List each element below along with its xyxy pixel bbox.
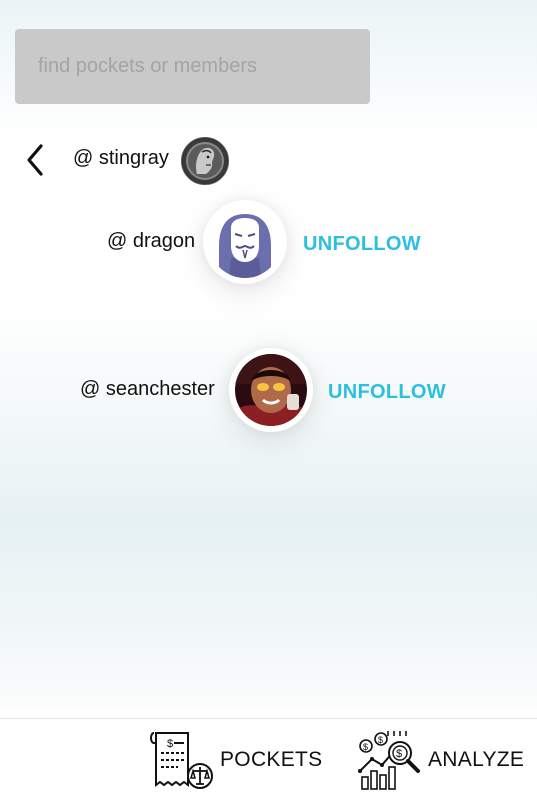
- photo-avatar-icon: [235, 354, 307, 426]
- tab-analyze[interactable]: $ $ $ ANALYZE: [356, 729, 524, 791]
- tab-pockets[interactable]: $ POCKETS: [150, 729, 322, 791]
- svg-text:$: $: [363, 742, 368, 752]
- chart-magnifier-icon: $ $ $: [358, 731, 420, 790]
- unfollow-button-dragon[interactable]: UNFOLLOW: [303, 233, 421, 256]
- unfollow-button-seanchester[interactable]: UNFOLLOW: [328, 381, 446, 404]
- owner-handle[interactable]: @ stingray: [73, 147, 169, 170]
- tab-analyze-label: ANALYZE: [428, 748, 525, 771]
- owner-avatar[interactable]: [181, 137, 229, 185]
- svg-text:$: $: [378, 735, 383, 745]
- member-avatar-seanchester[interactable]: [229, 348, 313, 432]
- member-avatar-dragon[interactable]: [203, 200, 287, 284]
- back-button[interactable]: [22, 142, 50, 178]
- svg-text:$: $: [167, 738, 173, 750]
- member-handle-seanchester[interactable]: @ seanchester: [80, 378, 215, 401]
- masked-hood-avatar-icon: [209, 206, 281, 278]
- tab-pockets-label: POCKETS: [220, 748, 323, 771]
- chevron-left-icon: [27, 144, 43, 176]
- search-input[interactable]: [38, 55, 348, 78]
- coin-avatar-icon: [183, 139, 227, 183]
- search-bar[interactable]: [15, 29, 370, 104]
- receipt-scale-icon: $: [150, 732, 213, 789]
- member-handle-dragon[interactable]: @ dragon: [107, 230, 195, 253]
- svg-text:$: $: [396, 748, 402, 760]
- bottom-nav: $ POCKETS $ $ $ ANALYZE: [0, 718, 537, 801]
